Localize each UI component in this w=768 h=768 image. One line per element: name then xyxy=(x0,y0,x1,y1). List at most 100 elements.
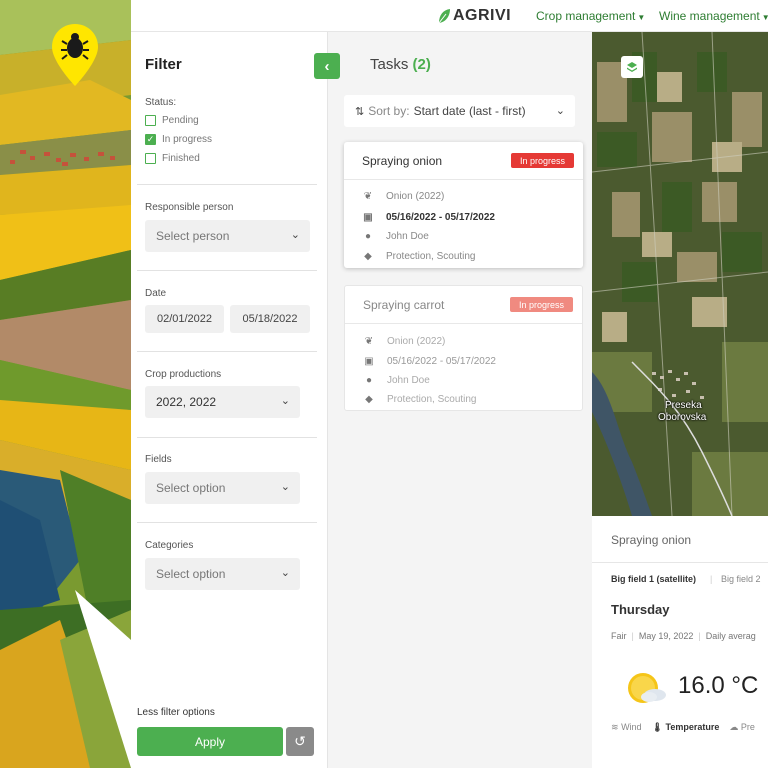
crop-icon: ❦ xyxy=(363,191,373,202)
field-tab-big-field-2[interactable]: Big field 2 xyxy=(721,574,761,584)
select-placeholder: Select option xyxy=(156,567,226,581)
task-person-text: John Doe xyxy=(387,375,430,386)
tab-separator: | xyxy=(710,574,713,584)
task-dates-text: 05/16/2022 - 05/17/2022 xyxy=(387,356,496,367)
weather-panel: Spraying onion Big field 1 (satellite) |… xyxy=(592,516,768,768)
caret-down-icon: ▼ xyxy=(761,13,768,22)
fields-label: Fields xyxy=(145,454,172,465)
nav-wine-management[interactable]: Wine management ▼ xyxy=(659,9,768,23)
metric-tab-precipitation[interactable]: ☁︎ Pre xyxy=(729,722,755,733)
checkbox-in-progress[interactable]: ✓ xyxy=(145,134,156,145)
divider xyxy=(137,184,317,185)
tasks-title-text: Tasks xyxy=(370,56,409,73)
task-title: Spraying onion xyxy=(362,154,443,168)
agrivi-logo[interactable]: AGRIVI xyxy=(437,6,511,26)
nav-wine-management-label: Wine management xyxy=(659,9,760,23)
chevron-down-icon: ⌄ xyxy=(290,229,300,241)
map-place-label: Oborovska xyxy=(658,412,707,423)
status-option-pending[interactable]: Pending xyxy=(145,115,199,126)
wind-icon: ≋ xyxy=(611,722,619,732)
weather-metric-tabs: ≋ Wind 🌡︎ Temperature ☁︎ Pre xyxy=(611,722,755,733)
status-label: Status: xyxy=(145,97,177,108)
chevron-down-icon: ⌄ xyxy=(555,105,565,117)
task-crop: ❦ Onion (2022) xyxy=(363,336,446,347)
checkbox-finished[interactable] xyxy=(145,153,156,164)
weather-mode[interactable]: Daily averag xyxy=(706,631,756,641)
task-dates-text: 05/16/2022 - 05/17/2022 xyxy=(386,212,495,223)
responsible-person-select[interactable]: Select person ⌄ xyxy=(145,220,310,252)
fields-select[interactable]: Select option ⌄ xyxy=(145,472,300,504)
date-from-input[interactable]: 02/01/2022 xyxy=(145,305,224,333)
metric-label: Wind xyxy=(621,722,642,732)
crop-icon: ❦ xyxy=(364,336,374,347)
chevron-down-icon: ⌄ xyxy=(280,567,290,579)
select-placeholder: Select person xyxy=(156,229,230,243)
task-crop-text: Onion (2022) xyxy=(386,191,445,202)
task-card-header: Spraying carrot In progress xyxy=(345,286,582,324)
status-option-label: In progress xyxy=(162,134,213,145)
divider xyxy=(137,270,317,271)
calendar-icon: ▣ xyxy=(363,212,373,223)
nav-crop-management-label: Crop management xyxy=(536,9,636,23)
sort-label: Sort by: xyxy=(368,104,410,118)
metric-tab-wind[interactable]: ≋ Wind xyxy=(611,722,642,733)
apply-button[interactable]: Apply xyxy=(137,727,283,756)
field-tab-big-field-1[interactable]: Big field 1 (satellite) xyxy=(611,574,696,584)
satellite-map[interactable]: Preseka Oborovska xyxy=(592,32,768,516)
nav-crop-management[interactable]: Crop management ▼ xyxy=(536,9,645,23)
task-tags-text: Protection, Scouting xyxy=(386,251,476,262)
status-option-label: Finished xyxy=(162,153,200,164)
task-person: ● John Doe xyxy=(362,231,429,242)
partly-cloudy-icon xyxy=(625,668,667,710)
metric-tab-temperature[interactable]: 🌡︎ Temperature xyxy=(652,722,720,733)
layers-button[interactable] xyxy=(621,56,643,78)
task-card[interactable]: Spraying carrot In progress ❦ Onion (202… xyxy=(344,285,583,411)
sort-icon: ⇅ xyxy=(355,105,365,118)
checkbox-pending[interactable] xyxy=(145,115,156,126)
filter-panel: Filter ‹ Status: Pending ✓ In progress F… xyxy=(131,32,340,768)
select-placeholder: Select option xyxy=(156,481,226,495)
caret-down-icon: ▼ xyxy=(637,13,646,22)
crop-productions-select[interactable]: 2022, 2022 ⌄ xyxy=(145,386,300,418)
chevron-down-icon: ⌄ xyxy=(280,395,290,407)
divider xyxy=(137,437,317,438)
date-to-input[interactable]: 05/18/2022 xyxy=(230,305,310,333)
reset-filter-button[interactable]: ↺ xyxy=(286,727,314,756)
select-value: 2022, 2022 xyxy=(156,395,217,409)
logo-text: AGRIVI xyxy=(453,7,512,24)
task-tags: ◆ Protection, Scouting xyxy=(362,251,476,262)
less-filter-options-link[interactable]: Less filter options xyxy=(137,707,215,718)
tasks-panel: Tasks (2) ⇅ Sort by: Start date (last - … xyxy=(328,32,592,768)
task-crop: ❦ Onion (2022) xyxy=(362,191,445,202)
status-badge: In progress xyxy=(509,297,573,312)
categories-select[interactable]: Select option ⌄ xyxy=(145,558,300,590)
chevron-down-icon: ⌄ xyxy=(280,481,290,493)
task-card-header: Spraying onion In progress xyxy=(344,142,583,180)
divider xyxy=(137,351,317,352)
sort-select[interactable]: ⇅ Sort by: Start date (last - first) ⌄ xyxy=(344,95,575,127)
collapse-filter-button[interactable]: ‹ xyxy=(314,53,340,79)
responsible-person-label: Responsible person xyxy=(145,202,234,213)
pest-map-pin-icon[interactable] xyxy=(50,22,100,88)
chevron-left-icon: ‹ xyxy=(324,57,330,75)
filter-title: Filter xyxy=(145,56,182,73)
metric-label: Pre xyxy=(740,722,755,732)
status-option-finished[interactable]: Finished xyxy=(145,153,200,164)
date-label: Date xyxy=(145,288,167,299)
map-place-label: Preseka xyxy=(665,400,702,411)
task-card[interactable]: Spraying onion In progress ❦ Onion (2022… xyxy=(344,142,583,268)
satellite-imagery xyxy=(592,32,768,516)
weather-condition: Fair xyxy=(611,631,627,641)
thermometer-icon: 🌡︎ xyxy=(651,722,664,732)
weather-task-title: Spraying onion xyxy=(611,533,692,547)
categories-label: Categories xyxy=(145,540,194,551)
status-option-in-progress[interactable]: ✓ In progress xyxy=(145,134,212,145)
status-badge: In progress xyxy=(510,153,574,168)
tag-icon: ◆ xyxy=(364,251,372,262)
weather-meta: Fair | May 19, 2022 | Daily averag xyxy=(611,631,756,641)
task-tags: ◆ Protection, Scouting xyxy=(363,394,477,405)
task-tags-text: Protection, Scouting xyxy=(387,394,477,405)
task-dates: ▣ 05/16/2022 - 05/17/2022 xyxy=(363,356,496,367)
task-person-text: John Doe xyxy=(386,231,429,242)
crop-productions-label: Crop productions xyxy=(145,369,222,380)
